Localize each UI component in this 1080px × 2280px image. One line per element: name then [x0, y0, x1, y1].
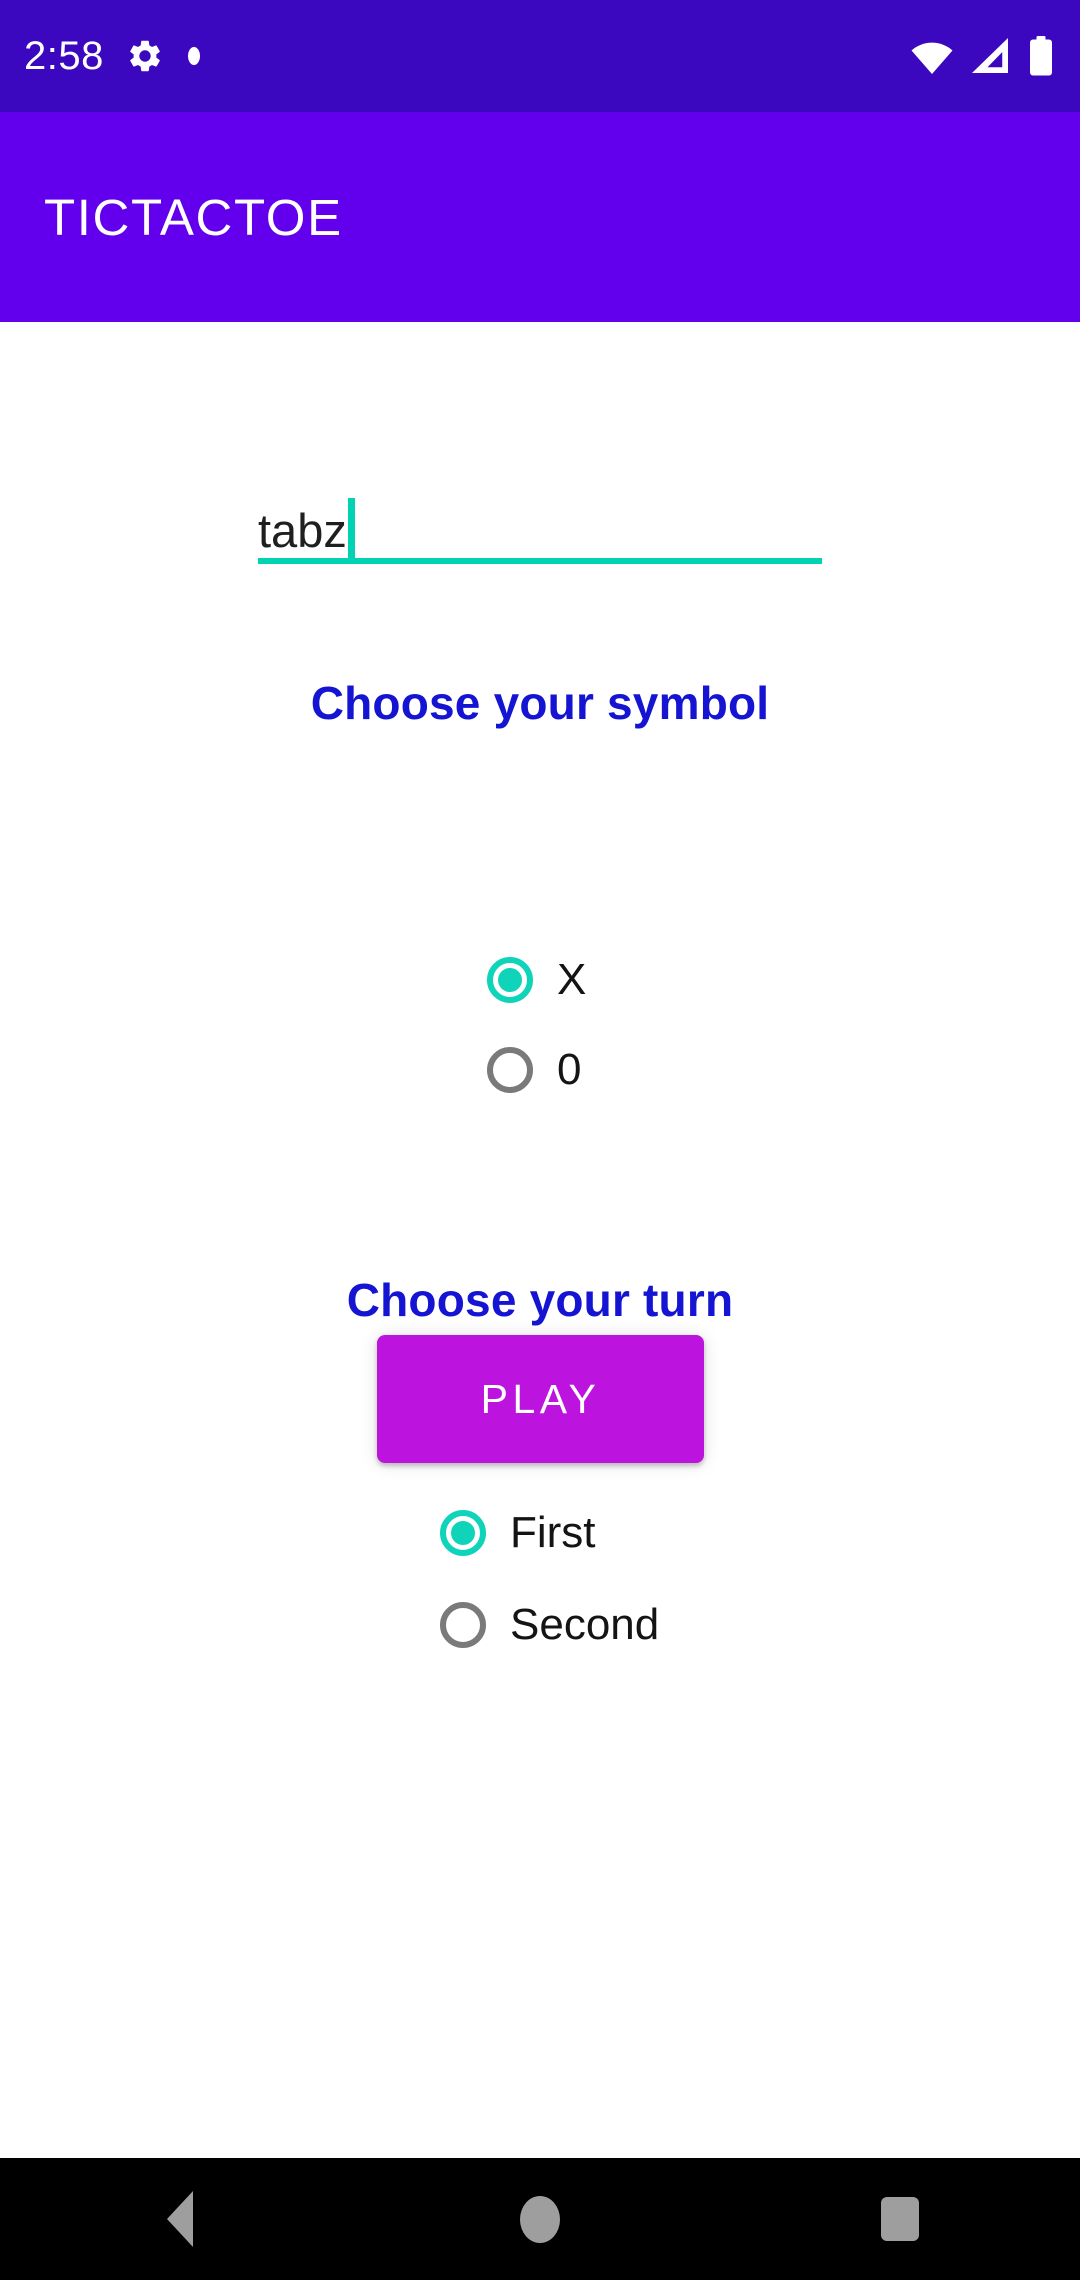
- name-input-underline: [258, 558, 822, 564]
- choose-symbol-heading: Choose your symbol: [310, 677, 770, 729]
- main-content: tabz Choose your symbol X 0 Choose your …: [0, 322, 1080, 2158]
- radio-button-icon-x[interactable]: [487, 957, 533, 1003]
- radio-label-second: Second: [510, 1600, 660, 1649]
- nav-recents-button[interactable]: [720, 2158, 1080, 2280]
- recents-square-icon: [880, 2197, 919, 2241]
- radio-option-symbol-x[interactable]: X: [0, 934, 1080, 1026]
- page-title: TICTACTOE: [44, 188, 343, 246]
- phone-screen: 2:58 TICTACTOE tabz Choose your symbol X…: [0, 0, 1080, 2280]
- status-bar-left: 2:58: [24, 36, 202, 76]
- settings-gear-icon: [126, 37, 164, 75]
- turn-radio-group: First Second: [0, 1487, 1080, 1671]
- status-bar-right: [910, 36, 1054, 76]
- text-caret-icon: [347, 498, 355, 560]
- name-input-value: tabz: [258, 504, 347, 557]
- name-input-row[interactable]: tabz: [258, 476, 822, 560]
- radio-option-symbol-o[interactable]: 0: [0, 1024, 1080, 1116]
- cellular-signal-icon: [970, 37, 1012, 75]
- back-triangle-icon: [166, 2191, 193, 2247]
- name-input[interactable]: tabz: [258, 476, 822, 564]
- radio-button-icon-o[interactable]: [487, 1047, 533, 1093]
- radio-option-turn-first[interactable]: First: [0, 1487, 1080, 1579]
- radio-button-icon-second[interactable]: [440, 1602, 486, 1648]
- status-bar-clock: 2:58: [24, 34, 104, 78]
- radio-label-x: X: [557, 955, 587, 1004]
- android-navigation-bar: [0, 2158, 1080, 2280]
- wifi-icon: [910, 37, 954, 75]
- battery-icon: [1028, 36, 1054, 76]
- status-bar: 2:58: [0, 0, 1080, 112]
- nav-back-button[interactable]: [0, 2158, 360, 2280]
- radio-label-first: First: [510, 1508, 596, 1557]
- choose-turn-heading: Choose your turn: [346, 1274, 734, 1326]
- nav-home-button[interactable]: [360, 2158, 720, 2280]
- home-circle-icon: [519, 2195, 560, 2243]
- play-button[interactable]: PLAY: [377, 1335, 704, 1463]
- radio-option-turn-second[interactable]: Second: [0, 1579, 1080, 1671]
- notification-dot-icon: [186, 45, 202, 67]
- radio-button-icon-first[interactable]: [440, 1510, 486, 1556]
- app-bar: TICTACTOE: [0, 112, 1080, 322]
- radio-label-o: 0: [557, 1045, 582, 1094]
- symbol-radio-group: X 0: [0, 934, 1080, 1116]
